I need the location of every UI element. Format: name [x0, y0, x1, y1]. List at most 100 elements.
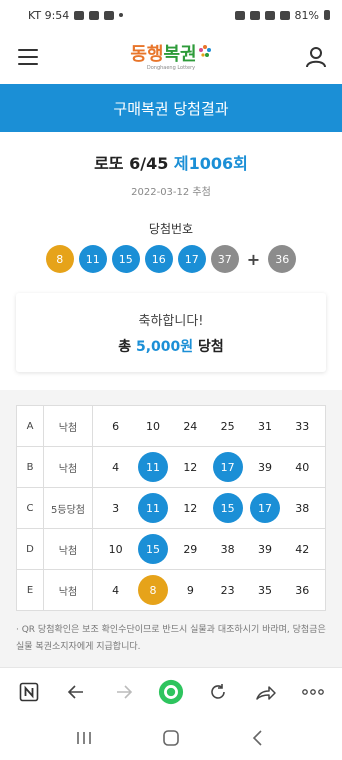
ticket-number: 39 — [257, 460, 272, 474]
ticket-number: 35 — [257, 583, 272, 597]
ticket-number: 9 — [186, 583, 194, 597]
winning-ball: 16 — [144, 245, 173, 273]
back-icon[interactable] — [249, 729, 267, 747]
ticket-number: 4 — [112, 460, 120, 474]
browser-toolbar — [0, 667, 342, 715]
congrats-message: 축하합니다! — [138, 313, 204, 329]
game-name: 로또 6/45 — [94, 154, 169, 173]
ticket-number: 10 — [145, 419, 160, 433]
carrier-time: KT 9:54 — [28, 8, 70, 22]
ticket-number: 25 — [220, 419, 235, 433]
winning-ball: 8 — [45, 245, 74, 273]
mute-icon — [249, 10, 260, 20]
ticket-set-label: E — [16, 569, 44, 611]
ticket-row: D 낙첨 10 15 29 38 39 42 — [16, 528, 326, 570]
recent-apps-icon[interactable] — [75, 730, 93, 746]
ticket-number: 12 — [183, 460, 198, 474]
home-dot-icon[interactable] — [158, 679, 184, 705]
prize-prefix: 총 — [118, 338, 136, 355]
prize-total: 총 5,000원 당첨 — [118, 336, 224, 356]
ticket-number: 3 — [112, 501, 120, 515]
signal-icon — [279, 10, 290, 20]
ticket-number: 31 — [257, 419, 272, 433]
ticket-table: A 낙첨 6 10 24 25 31 33 B 낙첨 4 11 12 17 39 40 C 5등당첨 3 11 12 15… — [16, 405, 326, 611]
ticket-row: B 낙첨 4 11 12 17 39 40 — [16, 446, 326, 488]
logo-burst-icon — [198, 44, 211, 57]
logo-subtitle: Donghaeng Lottery — [146, 64, 196, 71]
ticket-set-label: D — [16, 528, 44, 570]
ticket-numbers: 3 11 12 15 17 38 — [92, 487, 326, 529]
winning-ball: 15 — [111, 245, 140, 273]
share-icon[interactable] — [253, 679, 279, 705]
page-title-bar: 구매복권 당첨결과 — [0, 84, 342, 132]
ticket-result: 낙첨 — [43, 569, 93, 611]
winning-numbers: 8 11 15 16 17 37 + 36 — [16, 245, 326, 273]
logo-text-b: 복권 — [163, 43, 197, 65]
youtube-icon — [74, 10, 85, 20]
forward-arrow-icon[interactable] — [111, 679, 137, 705]
ticket-row: E 낙첨 4 8 9 23 35 36 — [16, 569, 326, 611]
page-title: 구매복권 당첨결과 — [113, 99, 229, 118]
system-nav-bar — [0, 715, 342, 760]
ticket-result: 낙첨 — [43, 405, 93, 447]
ticket-set-label: B — [16, 446, 44, 488]
bonus-ball: 36 — [268, 245, 297, 273]
ticket-number: 6 — [112, 419, 120, 433]
congrats-box: 축하합니다! 총 5,000원 당첨 — [16, 293, 326, 372]
plus-sign: + — [246, 249, 261, 269]
ticket-numbers: 10 15 29 38 39 42 — [92, 528, 326, 570]
notification-dot-icon — [119, 13, 124, 17]
alarm-icon — [234, 10, 245, 20]
ticket-table-wrap: A 낙첨 6 10 24 25 31 33 B 낙첨 4 11 12 17 39 40 C 5등당첨 3 11 12 15… — [0, 390, 342, 611]
ticket-number: 36 — [295, 583, 310, 597]
ticket-numbers: 6 10 24 25 31 33 — [92, 405, 326, 447]
gallery-icon — [89, 10, 100, 20]
more-icon[interactable] — [300, 679, 326, 705]
ticket-number: 24 — [183, 419, 198, 433]
back-arrow-icon[interactable] — [63, 679, 89, 705]
logo-text-a: 동행 — [130, 43, 164, 65]
draw-date: 2022-03-12 추첨 — [131, 187, 211, 198]
ticket-numbers: 4 11 12 17 39 40 — [92, 446, 326, 488]
donghaeng-logo[interactable]: 동행 복권 Donghaeng Lottery — [130, 44, 211, 71]
matched-number: 17 — [249, 493, 280, 523]
notice-text: · QR 당첨확인은 보조 확인수단이므로 반드시 실물과 대조하시기 바라며,… — [16, 625, 326, 652]
ticket-number: 12 — [183, 501, 198, 515]
status-bar: KT 9:54 81% — [0, 0, 342, 30]
ticket-number: 4 — [112, 583, 120, 597]
n-tab-icon[interactable] — [16, 679, 42, 705]
battery-level: 81% — [294, 8, 319, 22]
user-icon[interactable] — [304, 45, 328, 69]
prize-amount: 5,000원 — [135, 338, 194, 355]
tool-icon — [104, 10, 115, 20]
prize-suffix: 당첨 — [193, 338, 224, 355]
matched-number: 15 — [137, 534, 168, 564]
home-icon[interactable] — [162, 729, 180, 747]
winning-ball: 17 — [177, 245, 206, 273]
draw-title: 로또 6/45 제1006회 — [16, 150, 326, 174]
draw-result-section: 로또 6/45 제1006회 2022-03-12 추첨 당첨번호 8 11 1… — [0, 132, 342, 390]
ticket-row: C 5등당첨 3 11 12 15 17 38 — [16, 487, 326, 529]
refresh-icon[interactable] — [205, 679, 231, 705]
ticket-number: 38 — [295, 501, 310, 515]
matched-number: 11 — [137, 493, 168, 523]
matched-number: 8 — [137, 575, 168, 605]
ticket-number: 33 — [295, 419, 310, 433]
menu-icon[interactable] — [18, 49, 38, 65]
ticket-number: 39 — [257, 542, 272, 556]
ticket-number: 29 — [183, 542, 198, 556]
volte-icon — [264, 10, 275, 20]
app-header: 동행 복권 Donghaeng Lottery — [0, 30, 342, 84]
ticket-set-label: A — [16, 405, 44, 447]
ticket-number: 10 — [108, 542, 123, 556]
ticket-result: 낙첨 — [43, 446, 93, 488]
ticket-number: 42 — [295, 542, 310, 556]
winning-ball: 37 — [210, 245, 239, 273]
ticket-result: 5등당첨 — [43, 487, 93, 529]
winning-ball: 11 — [78, 245, 107, 273]
ticket-set-label: C — [16, 487, 44, 529]
ticket-number: 40 — [295, 460, 310, 474]
matched-number: 17 — [212, 452, 243, 482]
ticket-result: 낙첨 — [43, 528, 93, 570]
battery-icon — [324, 10, 330, 20]
